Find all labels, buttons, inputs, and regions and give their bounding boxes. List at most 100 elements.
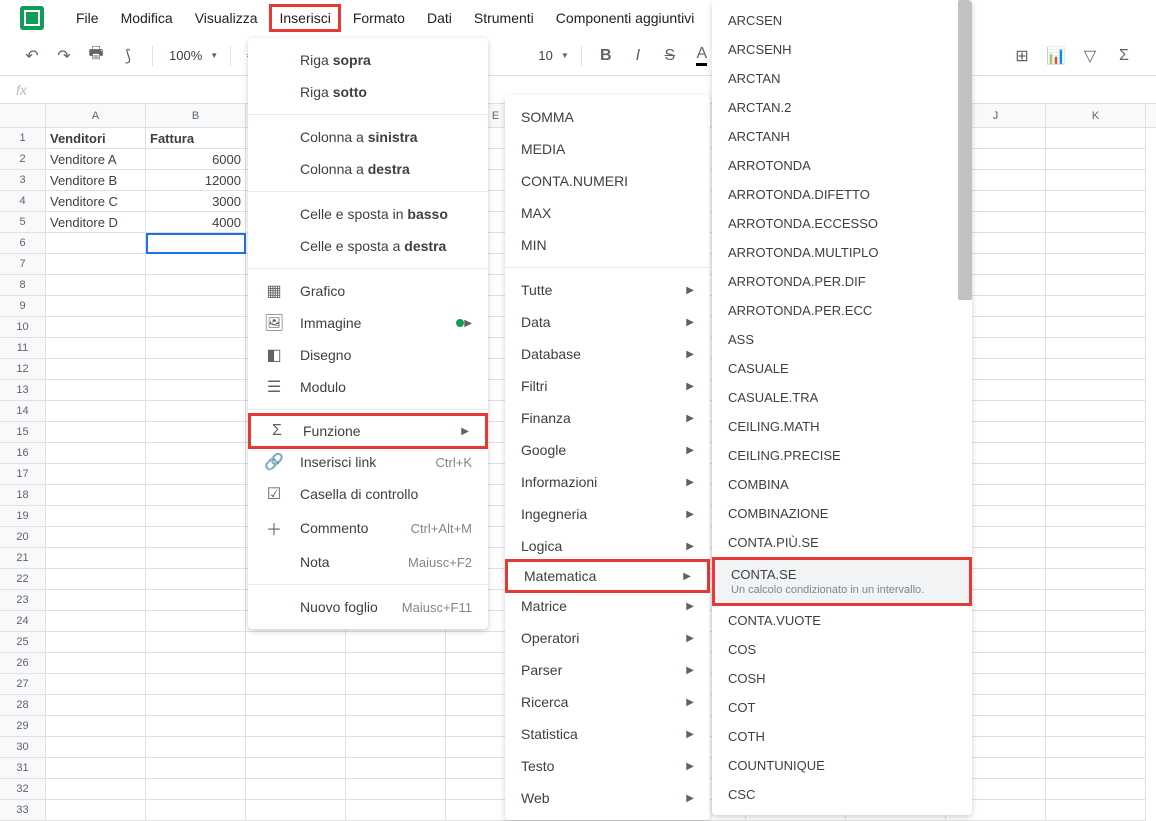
row-header[interactable]: 14 — [0, 401, 46, 422]
function-item[interactable]: CSC — [712, 780, 972, 809]
cell[interactable] — [46, 464, 146, 485]
insert-image[interactable]: 🖼Immagine▶ — [248, 307, 488, 339]
row-header[interactable]: 15 — [0, 422, 46, 443]
row-header[interactable]: 11 — [0, 338, 46, 359]
select-all-corner[interactable] — [0, 104, 46, 127]
cell[interactable] — [146, 548, 246, 569]
cell[interactable]: Venditore D — [46, 212, 146, 233]
function-item[interactable]: ARCTAN — [712, 64, 972, 93]
cell[interactable] — [246, 716, 346, 737]
cell[interactable]: Venditore C — [46, 191, 146, 212]
cell[interactable] — [246, 653, 346, 674]
cell[interactable] — [146, 380, 246, 401]
func-cat-math[interactable]: Matematica▶ — [505, 559, 710, 593]
cell[interactable] — [46, 338, 146, 359]
cell[interactable] — [1046, 611, 1146, 632]
cell[interactable] — [46, 758, 146, 779]
cell[interactable] — [146, 716, 246, 737]
cell[interactable] — [246, 800, 346, 821]
function-item[interactable]: ARROTONDA — [712, 151, 972, 180]
cell[interactable] — [46, 779, 146, 800]
function-item[interactable]: CONTA.PIÙ.SE — [712, 528, 972, 557]
row-header[interactable]: 18 — [0, 485, 46, 506]
cell[interactable] — [46, 317, 146, 338]
row-header[interactable]: 17 — [0, 464, 46, 485]
filter-icon[interactable]: ▽ — [1078, 44, 1102, 68]
insert-cells-down[interactable]: Celle e sposta in basso — [248, 198, 488, 230]
func-cat-logic[interactable]: Logica▶ — [505, 530, 710, 562]
cell[interactable] — [246, 779, 346, 800]
menu-edit[interactable]: Modifica — [111, 4, 183, 32]
cell[interactable] — [1046, 275, 1146, 296]
cell[interactable]: 6000 — [146, 149, 246, 170]
insert-col-right[interactable]: Colonna a destra — [248, 153, 488, 185]
row-header[interactable]: 31 — [0, 758, 46, 779]
cell[interactable] — [146, 527, 246, 548]
row-header[interactable]: 19 — [0, 506, 46, 527]
cell[interactable] — [46, 506, 146, 527]
cell[interactable] — [1046, 695, 1146, 716]
insert-chart-icon[interactable]: ⊞ — [1010, 44, 1034, 68]
function-item[interactable]: ARROTONDA.PER.DIF — [712, 267, 972, 296]
insert-link[interactable]: 🔗Inserisci linkCtrl+K — [248, 446, 488, 478]
cell[interactable] — [246, 674, 346, 695]
cell[interactable] — [146, 317, 246, 338]
col-header[interactable]: A — [46, 104, 146, 127]
func-cat-web[interactable]: Web▶ — [505, 782, 710, 814]
func-cat-parser[interactable]: Parser▶ — [505, 654, 710, 686]
cell[interactable] — [1046, 527, 1146, 548]
print-icon[interactable]: 🖶 — [84, 44, 108, 68]
cell[interactable] — [1046, 737, 1146, 758]
cell[interactable] — [46, 527, 146, 548]
cell[interactable] — [1046, 380, 1146, 401]
cell[interactable] — [1046, 716, 1146, 737]
cell[interactable] — [146, 254, 246, 275]
insert-new-sheet[interactable]: Nuovo foglioMaiusc+F11 — [248, 591, 488, 623]
menu-view[interactable]: Visualizza — [185, 4, 268, 32]
cell[interactable] — [246, 737, 346, 758]
cell[interactable]: Fattura — [146, 128, 246, 149]
cell[interactable] — [146, 737, 246, 758]
cell[interactable] — [1046, 779, 1146, 800]
row-header[interactable]: 1 — [0, 128, 46, 149]
function-item[interactable]: CASUALE — [712, 354, 972, 383]
col-header[interactable]: K — [1046, 104, 1146, 127]
cell[interactable] — [246, 632, 346, 653]
cell[interactable] — [46, 737, 146, 758]
insert-comment[interactable]: ＋CommentoCtrl+Alt+M — [248, 510, 488, 546]
function-item[interactable]: CASUALE.TRA — [712, 383, 972, 412]
cell[interactable] — [146, 485, 246, 506]
cell[interactable] — [1046, 401, 1146, 422]
func-cat-all[interactable]: Tutte▶ — [505, 274, 710, 306]
function-item[interactable]: COT — [712, 693, 972, 722]
function-item[interactable]: COMBINA — [712, 470, 972, 499]
cell[interactable] — [146, 695, 246, 716]
func-cat-finance[interactable]: Finanza▶ — [505, 402, 710, 434]
cell[interactable] — [146, 401, 246, 422]
row-header[interactable]: 5 — [0, 212, 46, 233]
cell[interactable] — [146, 800, 246, 821]
func-cat-google[interactable]: Google▶ — [505, 434, 710, 466]
function-item[interactable]: ARROTONDA.PER.ECC — [712, 296, 972, 325]
row-header[interactable]: 6 — [0, 233, 46, 254]
func-avg[interactable]: MEDIA — [505, 133, 710, 165]
cell[interactable] — [146, 359, 246, 380]
italic-icon[interactable]: I — [626, 44, 650, 68]
undo-icon[interactable]: ↶ — [20, 44, 44, 68]
row-header[interactable]: 25 — [0, 632, 46, 653]
function-item[interactable]: CEILING.MATH — [712, 412, 972, 441]
cell[interactable] — [346, 653, 446, 674]
row-header[interactable]: 33 — [0, 800, 46, 821]
cell[interactable] — [46, 296, 146, 317]
func-max[interactable]: MAX — [505, 197, 710, 229]
function-item[interactable]: ARROTONDA.MULTIPLO — [712, 238, 972, 267]
row-header[interactable]: 32 — [0, 779, 46, 800]
function-item[interactable]: ARCSENH — [712, 35, 972, 64]
cell[interactable] — [346, 800, 446, 821]
func-cat-text[interactable]: Testo▶ — [505, 750, 710, 782]
cell[interactable] — [146, 779, 246, 800]
insert-row-above[interactable]: Riga sopra — [248, 44, 488, 76]
row-header[interactable]: 27 — [0, 674, 46, 695]
insert-function[interactable]: ΣFunzione▶ — [248, 413, 488, 449]
cell[interactable] — [1046, 338, 1146, 359]
